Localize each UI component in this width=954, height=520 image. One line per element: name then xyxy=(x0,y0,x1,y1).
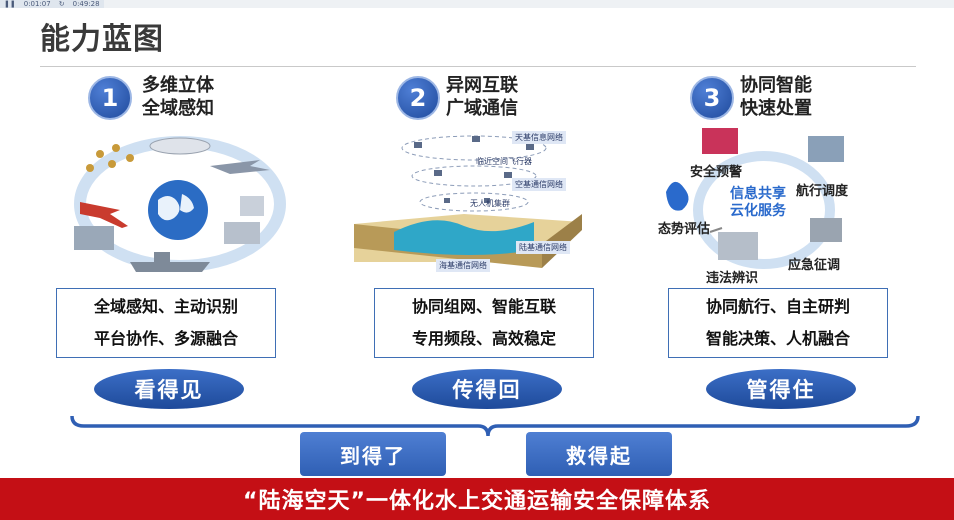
cloud-item-violation: 违法辨识 xyxy=(706,271,759,286)
current-time: 0:01:07 xyxy=(23,0,51,8)
play-pause-icon[interactable]: ❚❚ xyxy=(0,0,20,8)
manage-oval: 管得住 xyxy=(706,369,856,409)
rescue-button[interactable]: 救得起 xyxy=(526,432,672,476)
warship-icon xyxy=(130,262,210,272)
cloud-center-text: 信息共享 云化服务 xyxy=(730,186,786,219)
sensing-illustration xyxy=(74,136,286,272)
transmit-oval: 传得回 xyxy=(412,369,562,409)
see-oval: 看得见 xyxy=(94,369,244,409)
radar-station-icon xyxy=(224,222,260,244)
dispatch-photo-icon xyxy=(808,136,844,162)
uav-swarm-label: 无人机集群 xyxy=(470,199,510,208)
land-network-label: 陆基通信网络 xyxy=(516,241,570,254)
cloud-item-emergency: 应急征调 xyxy=(788,258,841,273)
total-time: 0:49:28 xyxy=(72,0,100,8)
vessel-photo-icon xyxy=(74,226,114,250)
reach-button[interactable]: 到得了 xyxy=(300,432,446,476)
system-banner: “陆海空天”一体化水上交通运输安全保障体系 xyxy=(0,478,954,520)
column-3-features: 协同航行、自主研判 智能决策、人机融合 xyxy=(668,288,888,358)
cloud-item-dispatch: 航行调度 xyxy=(796,184,849,199)
camera-tower-icon xyxy=(240,196,264,216)
violation-photo-icon xyxy=(718,232,758,260)
column-2-heading: 异网互联 广域通信 xyxy=(446,75,518,119)
player-controls[interactable]: ❚❚ 0:01:07 ↻ 0:49:28 xyxy=(0,0,104,8)
near-space-label: 临近空间飞行器 xyxy=(476,157,532,166)
air-network-label: 空基通信网络 xyxy=(512,178,566,191)
column-1-features: 全域感知、主动识别 平台协作、多源融合 xyxy=(56,288,276,358)
airship-icon xyxy=(149,137,211,155)
seek-icon[interactable]: ↻ xyxy=(55,0,69,8)
situation-icon xyxy=(666,181,689,211)
space-network-label: 天基信息网络 xyxy=(512,131,566,144)
cloud-item-warning: 安全预警 xyxy=(690,165,743,180)
column-2-features: 协同组网、智能互联 专用频段、高效稳定 xyxy=(374,288,594,358)
sea-network-label: 海基通信网络 xyxy=(436,259,490,272)
step-1-badge: 1 xyxy=(88,76,132,120)
column-1-heading: 多维立体 全域感知 xyxy=(142,75,214,119)
player-bar xyxy=(0,0,954,8)
column-3-heading: 协同智能 快速处置 xyxy=(740,75,812,119)
page-title: 能力蓝图 xyxy=(40,22,164,57)
cloud-item-assessment: 态势评估 xyxy=(658,222,711,237)
title-divider xyxy=(40,66,916,67)
rescue-photo-icon xyxy=(810,218,842,242)
step-3-badge: 3 xyxy=(690,76,734,120)
step-2-badge: 2 xyxy=(396,76,440,120)
warning-photo-icon xyxy=(702,128,738,154)
